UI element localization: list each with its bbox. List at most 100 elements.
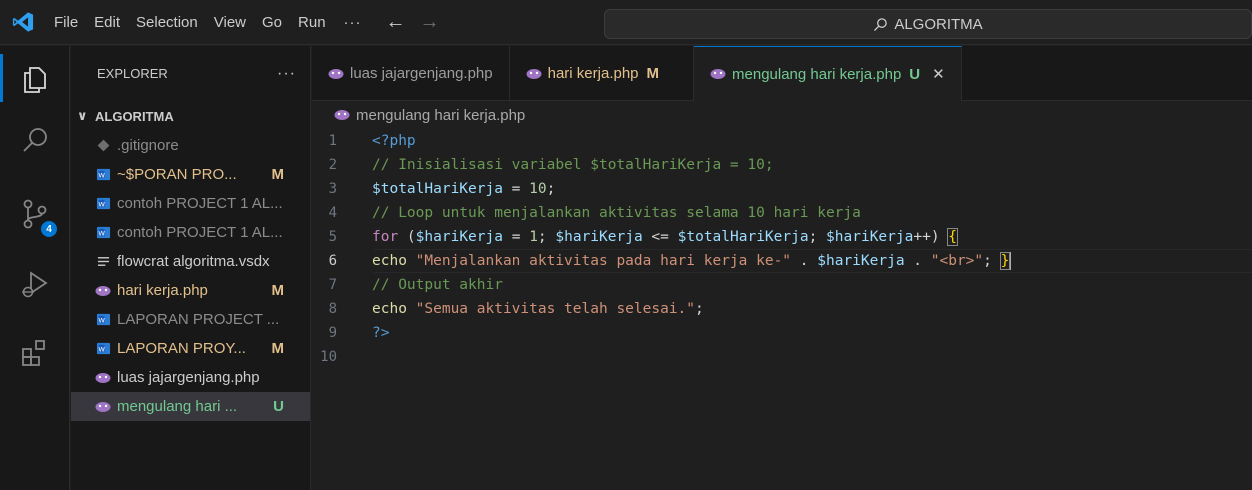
file-name: .gitignore <box>117 137 179 154</box>
code-operator: . <box>791 253 818 269</box>
source-control-badge: 4 <box>41 221 57 237</box>
tab-hari-kerja[interactable]: hari kerja.php M <box>510 46 695 101</box>
tab-label: luas jajargenjang.php <box>350 65 493 82</box>
file-item-contoh-project-1[interactable]: W contoh PROJECT 1 AL... <box>71 189 310 218</box>
code-operator: <= <box>642 229 678 245</box>
php-file-icon <box>95 399 111 415</box>
tab-mengulang-hari-kerja[interactable]: mengulang hari kerja.php U ✕ <box>694 46 962 101</box>
file-name: ~$PORAN PRO... <box>117 166 237 183</box>
code-variable: $totalHariKerja <box>372 181 503 197</box>
menu-view[interactable]: View <box>206 0 254 45</box>
close-icon[interactable]: ✕ <box>932 65 945 83</box>
code-string: "Semua aktivitas telah selesai." <box>415 301 696 317</box>
svg-text:W: W <box>98 200 105 208</box>
line-number: 3 <box>328 181 337 197</box>
tab-label: hari kerja.php <box>547 65 639 82</box>
code-line-current: 6 echo "Menjalankan aktivitas pada hari … <box>312 249 1252 273</box>
vscode-logo-icon <box>0 0 46 45</box>
code-punctuation: ; <box>808 229 827 245</box>
code-string: "<br>" <box>930 253 984 269</box>
word-file-icon: W <box>95 196 111 212</box>
breadcrumb-file[interactable]: mengulang hari kerja.php <box>356 107 525 124</box>
menu-more-button[interactable]: ··· <box>334 0 372 45</box>
code-variable: $hariKerja <box>826 229 914 245</box>
code-variable: $totalHariKerja <box>677 229 809 245</box>
extensions-icon[interactable] <box>0 321 70 385</box>
svg-text:W: W <box>98 229 105 237</box>
file-item-mengulang-hari-kerja[interactable]: mengulang hari ... U <box>71 392 310 421</box>
source-control-icon[interactable]: 4 <box>0 182 70 246</box>
menu-selection[interactable]: Selection <box>128 0 206 45</box>
menu-run[interactable]: Run <box>290 0 334 45</box>
forward-arrow-icon[interactable]: → <box>420 11 440 34</box>
line-number: 5 <box>328 229 337 245</box>
search-icon <box>874 17 888 31</box>
code-line: 7 // Output akhir <box>312 273 1252 297</box>
explorer-icon[interactable] <box>0 46 70 110</box>
file-item-temp-laporan[interactable]: W ~$PORAN PRO... M <box>71 160 310 189</box>
explorer-more-button[interactable]: ··· <box>277 65 296 83</box>
back-arrow-icon[interactable]: ← <box>386 11 406 34</box>
file-name: flowcrat algoritma.vsdx <box>117 253 270 270</box>
code-line: 9 ?> <box>312 321 1252 345</box>
code-number: 10 <box>529 181 547 197</box>
file-item-laporan-proyek[interactable]: W LAPORAN PROY... M <box>71 334 310 363</box>
file-item-hari-kerja[interactable]: hari kerja.php M <box>71 276 310 305</box>
search-text: ALGORITMA <box>894 15 983 33</box>
breadcrumb: mengulang hari kerja.php <box>312 101 1252 129</box>
code-punctuation: ; <box>983 253 1001 269</box>
menu-edit[interactable]: Edit <box>86 0 128 45</box>
chevron-down-icon: ∨ <box>77 108 88 123</box>
code-operator: ++) <box>913 229 949 245</box>
file-name: mengulang hari ... <box>117 398 238 415</box>
file-name: LAPORAN PROY... <box>117 340 246 357</box>
code-string: "Menjalankan aktivitas pada hari kerja k… <box>415 253 792 269</box>
menu-file[interactable]: File <box>46 0 86 45</box>
svg-text:W: W <box>98 345 105 353</box>
line-number: 10 <box>320 349 337 365</box>
code-brace: { <box>947 228 958 246</box>
code-operator: = <box>502 181 530 197</box>
php-close-tag: ?> <box>372 325 390 341</box>
code-keyword: echo <box>372 301 407 317</box>
svg-text:W: W <box>98 171 105 179</box>
word-file-icon: W <box>95 167 111 183</box>
file-status: M <box>271 340 285 357</box>
php-file-icon <box>328 68 344 79</box>
file-name: LAPORAN PROJECT ... <box>117 311 280 328</box>
folder-name: ALGORITMA <box>95 108 174 124</box>
code-operator: . <box>904 253 931 269</box>
workspace-folder[interactable]: ∨ ALGORITMA <box>71 101 310 131</box>
file-status: U <box>273 398 284 415</box>
code-editor[interactable]: 1 <?php 2 // Inisialisasi variabel $tota… <box>312 129 1252 369</box>
code-line: 1 <?php <box>312 129 1252 153</box>
file-item-contoh-project-2[interactable]: W contoh PROJECT 1 AL... <box>71 218 310 247</box>
file-name: contoh PROJECT 1 AL... <box>117 224 283 241</box>
file-status: M <box>271 282 285 299</box>
explorer-title: EXPLORER <box>97 66 168 81</box>
code-line: 2 // Inisialisasi variabel $totalHariKer… <box>312 153 1252 177</box>
file-item-gitignore[interactable]: .gitignore <box>71 131 310 160</box>
code-comment: // Loop untuk menjalankan aktivitas sela… <box>372 205 861 221</box>
file-item-flowchart[interactable]: flowcrat algoritma.vsdx <box>71 247 310 276</box>
code-line: 10 <box>312 345 1252 369</box>
line-number: 9 <box>328 325 337 341</box>
line-number: 1 <box>328 133 337 149</box>
php-file-icon <box>710 69 726 79</box>
code-comment: // Output akhir <box>372 277 503 293</box>
command-center-search[interactable]: ALGORITMA <box>604 9 1252 39</box>
run-debug-icon[interactable] <box>0 252 70 316</box>
file-item-laporan-project[interactable]: W LAPORAN PROJECT ... <box>71 305 310 334</box>
word-file-icon: W <box>95 225 111 241</box>
tab-label: mengulang hari kerja.php <box>732 65 902 83</box>
tab-luas-jajargenjang[interactable]: luas jajargenjang.php <box>312 46 510 101</box>
menu-go[interactable]: Go <box>254 0 290 45</box>
php-file-icon <box>334 110 350 120</box>
file-item-luas-jajargenjang[interactable]: luas jajargenjang.php <box>71 363 310 392</box>
explorer-header: EXPLORER ··· <box>71 46 310 101</box>
editor-area: luas jajargenjang.php hari kerja.php M m… <box>312 46 1252 490</box>
search-icon[interactable] <box>0 108 70 172</box>
code-punctuation: ; <box>546 181 556 197</box>
file-name: contoh PROJECT 1 AL... <box>117 195 283 212</box>
